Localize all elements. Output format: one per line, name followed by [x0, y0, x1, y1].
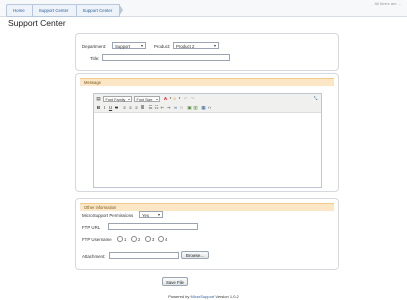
product-label: Product:	[154, 44, 171, 49]
rich-text-editor: ▤ Font Family Font Size A ▾ ☺ ▾ ↶ ↷ ⤡ B …	[93, 93, 322, 188]
ftp-option-2-label: 2	[138, 237, 141, 242]
font-family-value: Font Family	[105, 97, 126, 102]
department-value: Support	[115, 44, 131, 49]
html-icon[interactable]: ‹›	[207, 105, 212, 110]
ftp-option-3-radio[interactable]	[145, 236, 151, 242]
align-center-icon[interactable]: ≡	[128, 105, 133, 110]
chevron-down-icon	[141, 45, 143, 47]
indent-icon[interactable]: ⇥	[166, 105, 171, 110]
browse-button[interactable]: Browse...	[181, 251, 209, 259]
ftp-option-4-label: 4	[165, 237, 168, 242]
title-input[interactable]	[102, 54, 230, 61]
chevron-down-icon[interactable]: ▾	[177, 96, 182, 101]
justify-icon[interactable]: ≣	[140, 105, 145, 110]
underline-icon[interactable]: U	[108, 105, 113, 110]
other-info-header: Other information	[80, 203, 334, 211]
breadcrumb-support-center[interactable]: Support Center	[31, 4, 80, 17]
product-select[interactable]: Product 2	[173, 42, 219, 49]
font-size-value: Font Size	[136, 97, 153, 102]
message-body-input[interactable]	[94, 113, 321, 187]
chevron-down-icon	[214, 45, 216, 47]
ftp-url-input[interactable]	[108, 223, 198, 230]
product-value: Product 2	[176, 44, 195, 49]
ftp-option-4-radio[interactable]	[158, 236, 164, 242]
strikethrough-icon[interactable]: S	[114, 105, 119, 110]
top-right-text: All times are ...	[374, 1, 401, 6]
fullscreen-icon[interactable]: ⤡	[313, 96, 318, 101]
page-title: Support Center	[8, 18, 66, 28]
department-label: Department:	[82, 44, 107, 49]
attachment-path-field[interactable]	[109, 252, 179, 259]
title-label: Title:	[90, 56, 100, 61]
media-icon[interactable]: ▥	[193, 105, 198, 110]
ftp-option-1-label: 1	[124, 237, 127, 242]
source-icon[interactable]: ▤	[96, 96, 101, 101]
permissions-label: MicroSupport Permissions	[82, 213, 134, 218]
footer-version: Version 1.0.2	[215, 294, 239, 299]
italic-icon[interactable]: I	[102, 105, 107, 110]
font-size-select[interactable]: Font Size	[134, 95, 160, 102]
footer: Powered by MicroSupport Version 1.0.2	[0, 294, 407, 299]
outdent-icon[interactable]: ⇤	[160, 105, 165, 110]
code-icon[interactable]: ▦	[201, 105, 206, 110]
bullet-list-icon[interactable]: ☰	[148, 105, 153, 110]
ftp-username-label: FTP Username	[82, 237, 112, 242]
image-icon[interactable]: ▣	[187, 105, 192, 110]
breadcrumb-current[interactable]: Support Center	[75, 4, 124, 17]
numbered-list-icon[interactable]: ☷	[154, 105, 159, 110]
undo-icon[interactable]: ↶	[183, 96, 188, 101]
ftp-option-1-radio[interactable]	[117, 236, 123, 242]
ftp-option-2-radio[interactable]	[131, 236, 137, 242]
chevron-down-icon	[158, 214, 160, 216]
font-family-select[interactable]: Font Family	[103, 95, 132, 102]
permissions-select[interactable]: Yes	[139, 211, 163, 218]
save-button[interactable]: Save File	[162, 277, 188, 286]
link-icon[interactable]: ∞	[173, 105, 178, 110]
breadcrumb-home[interactable]: Home	[6, 4, 36, 17]
attachment-label: Attachment:	[82, 254, 106, 259]
redo-icon[interactable]: ↷	[190, 96, 195, 101]
unlink-icon[interactable]: ⊘	[179, 105, 184, 110]
align-left-icon[interactable]: ≡	[122, 105, 127, 110]
ticket-info-panel: Department: Support Product: Product 2 T…	[75, 33, 339, 71]
top-bar: Home Support Center Support Center All t…	[0, 0, 407, 17]
breadcrumb: Home Support Center Support Center	[6, 4, 124, 17]
bold-icon[interactable]: B	[96, 105, 101, 110]
chevron-down-icon	[128, 98, 130, 100]
message-header: Message	[80, 78, 334, 86]
other-info-panel: Other information MicroSupport Permissio…	[75, 198, 339, 270]
footer-link[interactable]: MicroSupport	[190, 294, 214, 299]
editor-toolbar-2: B I U S ≡ ≡ ≡ ≣ ☰ ☷ ⇤ ⇥ ∞ ⊘ ▣ ▥ ▦ ‹›	[94, 103, 321, 113]
ftp-url-label: FTP URL	[82, 225, 101, 230]
permissions-value: Yes	[142, 213, 150, 218]
department-select[interactable]: Support	[112, 42, 146, 49]
align-right-icon[interactable]: ≡	[134, 105, 139, 110]
ftp-option-3-label: 3	[152, 237, 155, 242]
chevron-down-icon	[156, 98, 158, 100]
footer-prefix: Powered by	[168, 294, 190, 299]
message-panel: Message ▤ Font Family Font Size A ▾ ☺ ▾ …	[75, 73, 339, 192]
